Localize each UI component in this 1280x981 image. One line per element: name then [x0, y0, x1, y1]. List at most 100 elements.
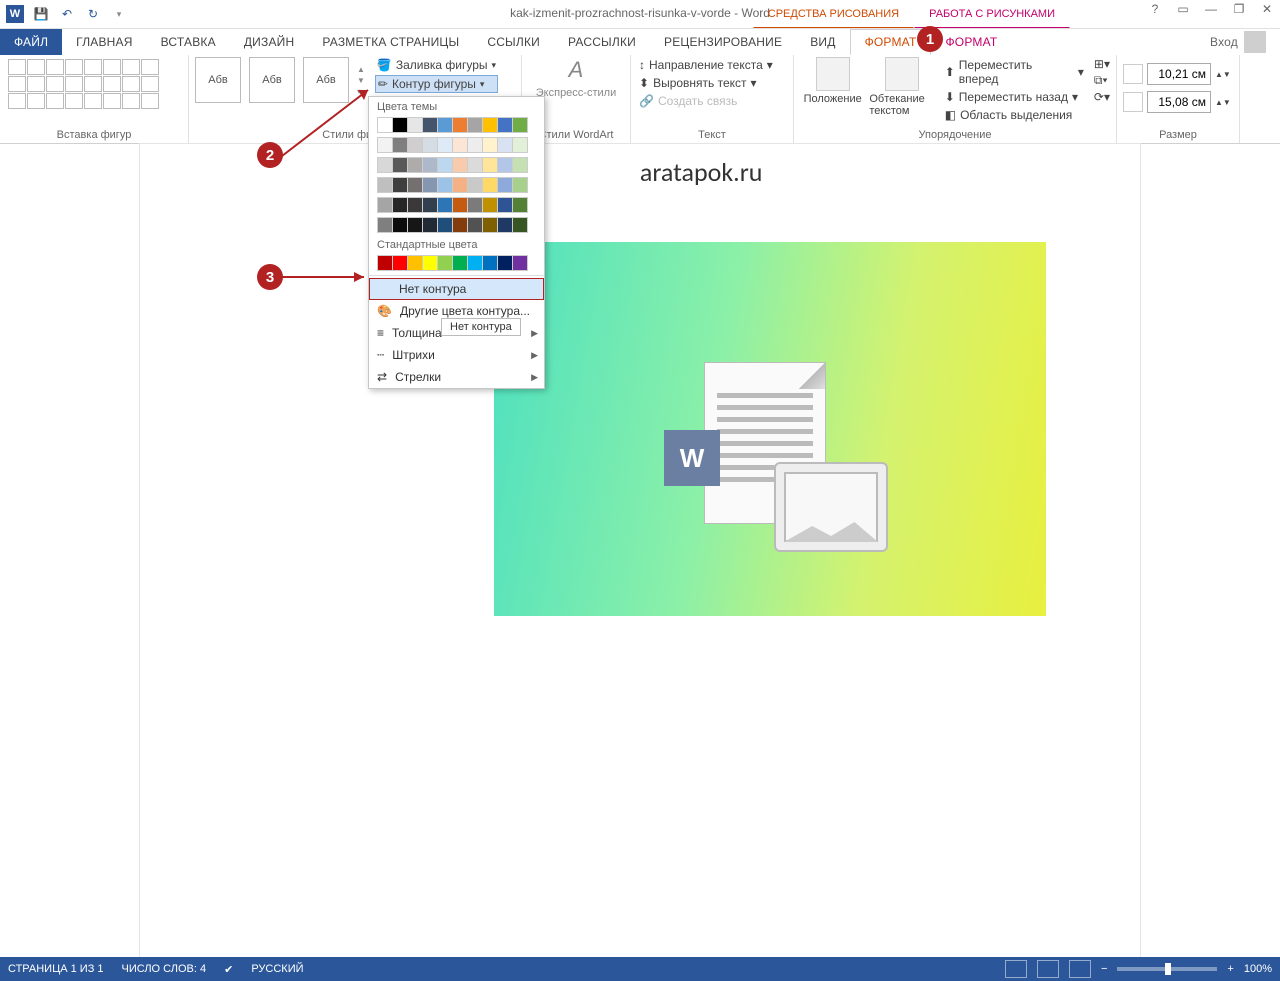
group-icon[interactable]: ⧉▾	[1094, 73, 1110, 88]
color-swatch[interactable]	[407, 217, 423, 233]
maximize-icon[interactable]: ❐	[1230, 2, 1248, 16]
color-swatch[interactable]	[497, 117, 513, 133]
color-swatch[interactable]	[407, 117, 423, 133]
theme-tint-row[interactable]	[369, 175, 544, 195]
gradient-shape[interactable]: W	[494, 242, 1046, 616]
color-swatch[interactable]	[512, 197, 528, 213]
color-swatch[interactable]	[407, 197, 423, 213]
color-swatch[interactable]	[392, 177, 408, 193]
theme-color-swatches[interactable]	[369, 115, 544, 135]
bring-forward-button[interactable]: ⬆ Переместить вперед ▾	[943, 57, 1086, 87]
color-swatch[interactable]	[422, 157, 438, 173]
save-icon[interactable]: 💾	[30, 3, 52, 25]
color-swatch[interactable]	[482, 137, 498, 153]
color-swatch[interactable]	[482, 157, 498, 173]
express-styles-label[interactable]: Экспресс-стили	[536, 87, 616, 99]
color-swatch[interactable]	[422, 217, 438, 233]
color-swatch[interactable]	[482, 117, 498, 133]
color-swatch[interactable]	[437, 177, 453, 193]
read-mode-icon[interactable]	[1005, 960, 1027, 978]
rotate-icon[interactable]: ⟳▾	[1094, 90, 1110, 104]
color-swatch[interactable]	[467, 197, 483, 213]
shape-outline-button[interactable]: ✏ Контур фигуры ▾	[375, 75, 498, 93]
proofing-icon[interactable]: ✔	[224, 963, 233, 976]
color-swatch[interactable]	[422, 255, 438, 271]
color-swatch[interactable]	[392, 217, 408, 233]
height-input[interactable]	[1147, 63, 1211, 85]
height-field[interactable]: ▲▼	[1123, 63, 1231, 85]
shapes-gallery[interactable]	[6, 57, 161, 111]
tab-design[interactable]: ДИЗАЙН	[230, 29, 309, 55]
color-swatch[interactable]	[467, 177, 483, 193]
arrows-item[interactable]: ⇄Стрелки▶	[369, 366, 544, 388]
help-icon[interactable]: ?	[1146, 2, 1164, 16]
style-preset[interactable]: Абв	[195, 57, 241, 103]
color-swatch[interactable]	[377, 255, 393, 271]
color-swatch[interactable]	[407, 137, 423, 153]
no-outline-item[interactable]: Нет контура Нет контура	[369, 278, 544, 300]
width-field[interactable]: ▲▼	[1123, 91, 1231, 113]
color-swatch[interactable]	[452, 117, 468, 133]
color-swatch[interactable]	[407, 255, 423, 271]
minimize-icon[interactable]: —	[1202, 2, 1220, 16]
web-layout-icon[interactable]	[1069, 960, 1091, 978]
selection-pane-button[interactable]: ◧ Область выделения	[943, 107, 1086, 123]
color-swatch[interactable]	[467, 157, 483, 173]
shape-fill-button[interactable]: 🪣 Заливка фигуры ▾	[375, 57, 498, 73]
color-swatch[interactable]	[482, 197, 498, 213]
color-swatch[interactable]	[437, 217, 453, 233]
color-swatch[interactable]	[437, 157, 453, 173]
ribbon-collapse-icon[interactable]: ▭	[1174, 2, 1192, 16]
color-swatch[interactable]	[512, 255, 528, 271]
color-swatch[interactable]	[422, 137, 438, 153]
color-swatch[interactable]	[407, 157, 423, 173]
color-swatch[interactable]	[377, 217, 393, 233]
color-swatch[interactable]	[497, 157, 513, 173]
zoom-out-icon[interactable]: −	[1101, 963, 1107, 975]
color-swatch[interactable]	[497, 255, 513, 271]
align-text-button[interactable]: ⬍ Выровнять текст ▾	[637, 75, 775, 91]
color-swatch[interactable]	[497, 137, 513, 153]
color-swatch[interactable]	[437, 137, 453, 153]
color-swatch[interactable]	[437, 117, 453, 133]
color-swatch[interactable]	[497, 217, 513, 233]
color-swatch[interactable]	[422, 117, 438, 133]
print-layout-icon[interactable]	[1037, 960, 1059, 978]
theme-tint-row[interactable]	[369, 155, 544, 175]
tab-layout[interactable]: РАЗМЕТКА СТРАНИЦЫ	[308, 29, 473, 55]
color-swatch[interactable]	[452, 197, 468, 213]
color-swatch[interactable]	[452, 177, 468, 193]
dashes-item[interactable]: ┄Штрихи▶	[369, 344, 544, 366]
redo-icon[interactable]: ↻	[82, 3, 104, 25]
color-swatch[interactable]	[512, 217, 528, 233]
send-backward-button[interactable]: ⬇ Переместить назад ▾	[943, 89, 1086, 105]
close-icon[interactable]: ✕	[1258, 2, 1276, 16]
color-swatch[interactable]	[392, 157, 408, 173]
theme-tint-row[interactable]	[369, 195, 544, 215]
standard-color-swatches[interactable]	[369, 253, 544, 273]
color-swatch[interactable]	[467, 137, 483, 153]
color-swatch[interactable]	[392, 197, 408, 213]
color-swatch[interactable]	[407, 177, 423, 193]
color-swatch[interactable]	[512, 137, 528, 153]
position-button[interactable]: Положение	[800, 57, 865, 105]
color-swatch[interactable]	[512, 177, 528, 193]
tab-insert[interactable]: ВСТАВКА	[147, 29, 230, 55]
color-swatch[interactable]	[482, 217, 498, 233]
color-swatch[interactable]	[482, 255, 498, 271]
color-swatch[interactable]	[452, 137, 468, 153]
color-swatch[interactable]	[497, 177, 513, 193]
color-swatch[interactable]	[452, 157, 468, 173]
color-swatch[interactable]	[452, 255, 468, 271]
color-swatch[interactable]	[482, 177, 498, 193]
wrap-text-button[interactable]: Обтекание текстом	[869, 57, 934, 117]
color-swatch[interactable]	[512, 117, 528, 133]
tab-view[interactable]: ВИД	[796, 29, 849, 55]
color-swatch[interactable]	[497, 197, 513, 213]
language-indicator[interactable]: РУССКИЙ	[251, 963, 303, 975]
color-swatch[interactable]	[377, 177, 393, 193]
tab-format-picture[interactable]: ФОРМАТ	[931, 29, 1011, 55]
word-count[interactable]: ЧИСЛО СЛОВ: 4	[122, 963, 207, 975]
zoom-in-icon[interactable]: +	[1227, 963, 1233, 975]
color-swatch[interactable]	[392, 137, 408, 153]
